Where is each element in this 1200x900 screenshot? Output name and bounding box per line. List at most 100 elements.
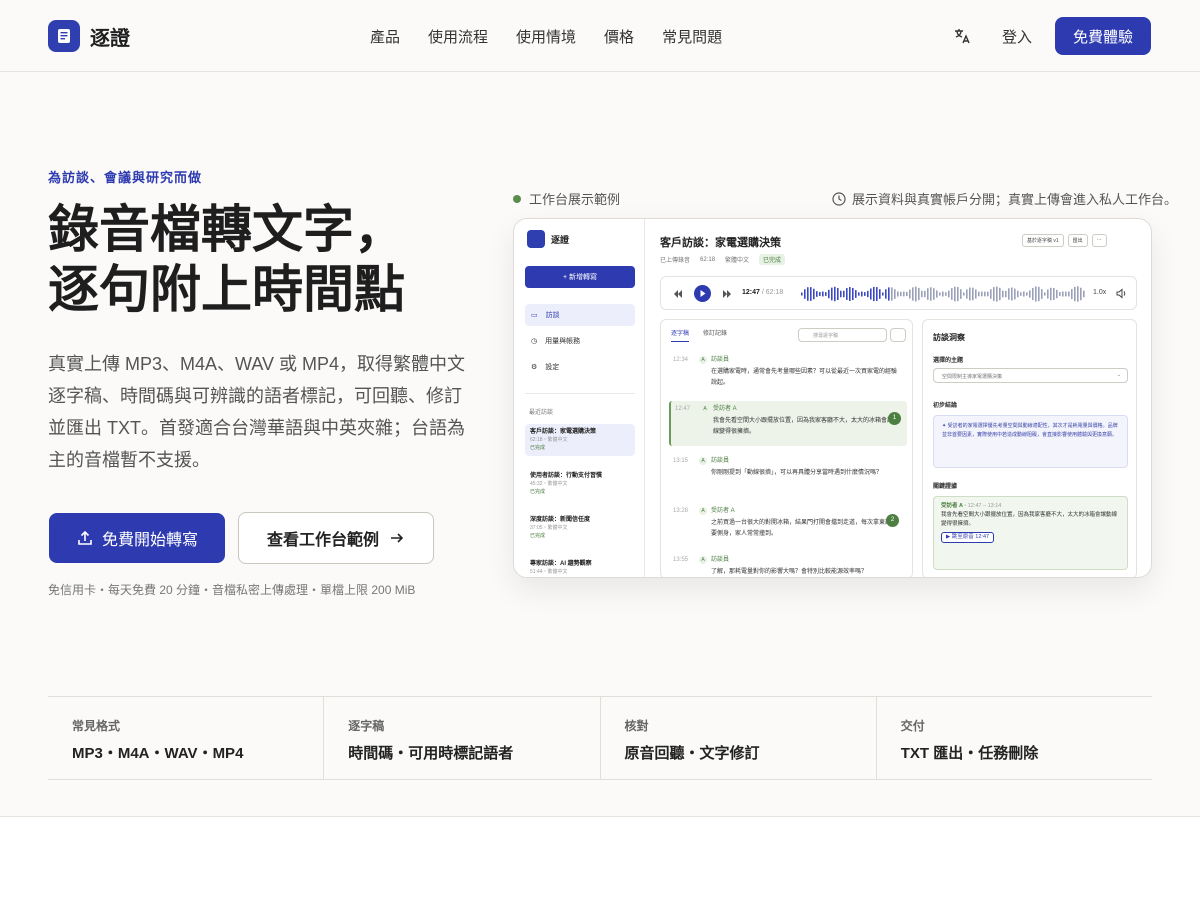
audio-player: 12:47 / 62:18 1.0x (660, 276, 1137, 310)
play-button[interactable] (694, 285, 711, 302)
speaker-name: 受訪者 A (713, 406, 737, 412)
transcript-segment[interactable]: 12:47 A 受訪者 A 我會先看空間大小跟擺放位置，因為我家客廳不大，太大的冰… (669, 401, 907, 446)
nav-faq[interactable]: 常見問題 (662, 26, 722, 47)
stat-item: 常見格式 MP3・M4A・WAV・MP4 (48, 697, 323, 779)
view-demo-button[interactable]: 查看工作台範例 (238, 512, 434, 564)
evidence-card: 受訪者 A · 12:47 – 13:14 我會先看空間大小跟擺放位置，因為我家… (933, 496, 1128, 570)
summary-label: 初步結論 (933, 403, 958, 409)
brand-logo[interactable]: 逐證 (48, 20, 130, 52)
evidence-label: 關鍵證據 (933, 484, 958, 490)
nav-workflow[interactable]: 使用流程 (428, 26, 488, 47)
evidence-text: 我會先看空間大小跟擺放位置，因為我家客廳不大，太大的冰箱會讓動線變得很擁擠。 (941, 512, 1118, 527)
sidebar-item-settings[interactable]: ⚙ 設定 (525, 356, 635, 378)
demo-sidebar-brand: 逐證 (527, 230, 569, 248)
demo-note: 展示資料與真實帳戶分開；真實上傳會進入私人工作台。 (832, 189, 1177, 208)
nav-pricing[interactable]: 價格 (604, 26, 634, 47)
topic-label: 選擇的主題 (933, 358, 964, 364)
brand-name: 逐證 (90, 25, 130, 50)
summary-box: ✦ 受訪者的家電選擇優先考量空間與動線適配性，其次才是耗電量與價格。品牌並非首要… (933, 415, 1128, 468)
segment-speaker: A 訪談員 (699, 456, 729, 467)
total-time: / 62:18 (761, 289, 784, 296)
topic-value: 空間限制主導家電選購決策 (942, 374, 1003, 380)
segment-speaker: A 訪談員 (699, 555, 729, 566)
uploaded-label: 已上傳錄音 (660, 258, 691, 264)
clock-icon (832, 191, 846, 206)
sidebar-item-usage[interactable]: ◷ 用量與帳務 (525, 330, 635, 352)
recent-item-status: 已完成 (530, 489, 546, 495)
evidence-badge[interactable]: 1 (888, 412, 901, 425)
hero-eyebrow: 為訪談、會議與研究而做 (48, 170, 203, 185)
playback-time: 12:47 / 62:18 (742, 289, 783, 296)
gear-icon: ⚙ (531, 364, 538, 371)
more-button[interactable]: ··· (1091, 234, 1107, 247)
stat-label: 常見格式 (72, 719, 121, 733)
evidence-range: 12:47 – 13:14 (967, 503, 1002, 509)
nav-use-cases[interactable]: 使用情境 (516, 26, 576, 47)
waveform[interactable] (801, 282, 1086, 306)
nav-product[interactable]: 產品 (370, 26, 400, 47)
clock-icon: ◷ (531, 338, 538, 345)
document-logo-icon (48, 20, 80, 52)
jump-label: 跳至原音 12:47 (951, 534, 990, 540)
export-button[interactable]: 匯出 (1067, 234, 1088, 247)
evidence-header: 受訪者 A · 12:47 – 13:14 (941, 503, 1002, 509)
translate-icon[interactable] (952, 26, 972, 46)
rewind-icon[interactable] (673, 289, 683, 299)
sidebar-item-label: 用量與帳務 (545, 338, 581, 345)
new-transcription-button[interactable]: + 新增轉寫 (525, 266, 635, 288)
transcript-segment[interactable]: 12:34 A 訪談員 在選購家電時，通常會先考量哪些因素？可以從最近一次買家電的… (669, 352, 907, 392)
topic-select[interactable]: 空間限制主導家電選購決策 ⌄ (933, 368, 1128, 383)
transcript-search-input[interactable]: 搜尋逐字稿 (798, 328, 887, 342)
tab-revisions[interactable]: 修訂記錄 (703, 328, 727, 342)
evidence-badge[interactable]: 2 (886, 514, 899, 527)
arrow-right-icon (391, 533, 404, 543)
demo-note-text: 展示資料與真實帳戶分開；真實上傳會進入私人工作台。 (852, 192, 1178, 207)
demo-label: 工作台展示範例 (513, 189, 620, 208)
login-link[interactable]: 登入 (1002, 26, 1032, 47)
segment-time: 12:34 (673, 357, 689, 363)
recent-item[interactable]: 客戶訪談：家電選購決策 62:18・繁體中文 已完成 (525, 424, 635, 456)
top-navbar: 逐證 產品 使用流程 使用情境 價格 常見問題 登入 免費體驗 (0, 0, 1200, 72)
recent-item[interactable]: 使用者訪談：行動支付習慣 45:32・繁體中文 已完成 (525, 468, 635, 500)
insights-panel: 訪談洞察 選擇的主題 空間限制主導家電選購決策 ⌄ 初步結論 ✦ 受訪者的家電選… (922, 319, 1137, 577)
recent-item[interactable]: 深度訪談：新聞信任度 37:05・繁體中文 已完成 (525, 512, 635, 544)
speaker-name: 訪談員 (711, 357, 730, 363)
recent-item-title: 專家訪談：AI 趨勢觀察 (530, 561, 592, 567)
version-select[interactable]: 基於逐字稿 v1 (1022, 234, 1064, 247)
transcript-segment[interactable]: 13:55 A 訪談員 了解，那耗電量對你的影響大嗎？會特別比較能源效率嗎？ (669, 552, 907, 577)
playback-speed[interactable]: 1.0x (1093, 289, 1106, 296)
play-icon (700, 290, 706, 297)
volume-icon[interactable] (1116, 288, 1127, 299)
recent-item[interactable]: 專家訪談：AI 趨勢觀察 51:44・繁體中文 (525, 556, 635, 577)
segment-time: 13:28 (673, 508, 689, 514)
demo-brand-name: 逐證 (551, 234, 570, 245)
free-trial-button[interactable]: 免費體驗 (1055, 17, 1151, 55)
transcript-segment[interactable]: 13:15 A 訪談員 你剛剛提到「動線很擠」，可以再具體分享當時遇到什麼情況嗎？ (669, 453, 907, 493)
stat-label: 交付 (900, 719, 925, 733)
recent-item-meta: 37:05・繁體中文 (530, 525, 568, 531)
jump-to-audio-button[interactable]: ▶ 跳至原音 12:47 (941, 532, 995, 543)
status-dot-icon (513, 194, 521, 203)
evidence-speaker: 受訪者 A (941, 503, 963, 509)
recent-item-meta: 51:44・繁體中文 (530, 569, 568, 575)
stat-label: 核對 (624, 719, 649, 733)
speaker-name: 受訪者 A (711, 508, 735, 514)
stat-label: 逐字稿 (348, 719, 385, 733)
filter-icon[interactable] (890, 328, 906, 342)
transcript-segment[interactable]: 13:28 A 受訪者 A 之前買過一台很大的對開冰箱，結果門打開會擋到走道，每次… (669, 503, 907, 547)
start-transcribe-button[interactable]: 免費開始轉寫 (49, 513, 225, 563)
sidebar-item-interviews[interactable]: ▭ 訪談 (525, 304, 635, 326)
sidebar-item-label: 設定 (545, 364, 560, 371)
status-badge: 已完成 (759, 254, 786, 265)
segment-text: 之前買過一台很大的對開冰箱，結果門打開會擋到走道，每次拿東西都要側身，家人常常撞… (711, 520, 898, 537)
tab-transcript[interactable]: 逐字稿 (671, 328, 690, 342)
segment-speaker: A 受訪者 A (701, 404, 737, 415)
hero-title: 錄音檔轉文字， 逐句附上時間點 (48, 200, 488, 320)
hero-description: 真實上傳 MP3、M4A、WAV 或 MP4，取得繁體中文逐字稿、時間碼與可辨識… (48, 354, 466, 470)
forward-icon[interactable] (722, 289, 732, 299)
demo-sidebar: 逐證 + 新增轉寫 ▭ 訪談 ◷ 用量與帳務 ⚙ 設定 最近訪談 客戶訪談：家電選購決… (514, 219, 645, 577)
recent-item-title: 使用者訪談：行動支付習慣 (530, 473, 603, 479)
summary-text: 受訪者的家電選擇優先考量空間與動線適配性，其次才是耗電量與價格。品牌並非首要因素… (942, 423, 1118, 438)
stat-value: MP3・M4A・WAV・MP4 (72, 745, 244, 762)
interview-actions: 基於逐字稿 v1 匯出 ··· (1022, 234, 1107, 247)
